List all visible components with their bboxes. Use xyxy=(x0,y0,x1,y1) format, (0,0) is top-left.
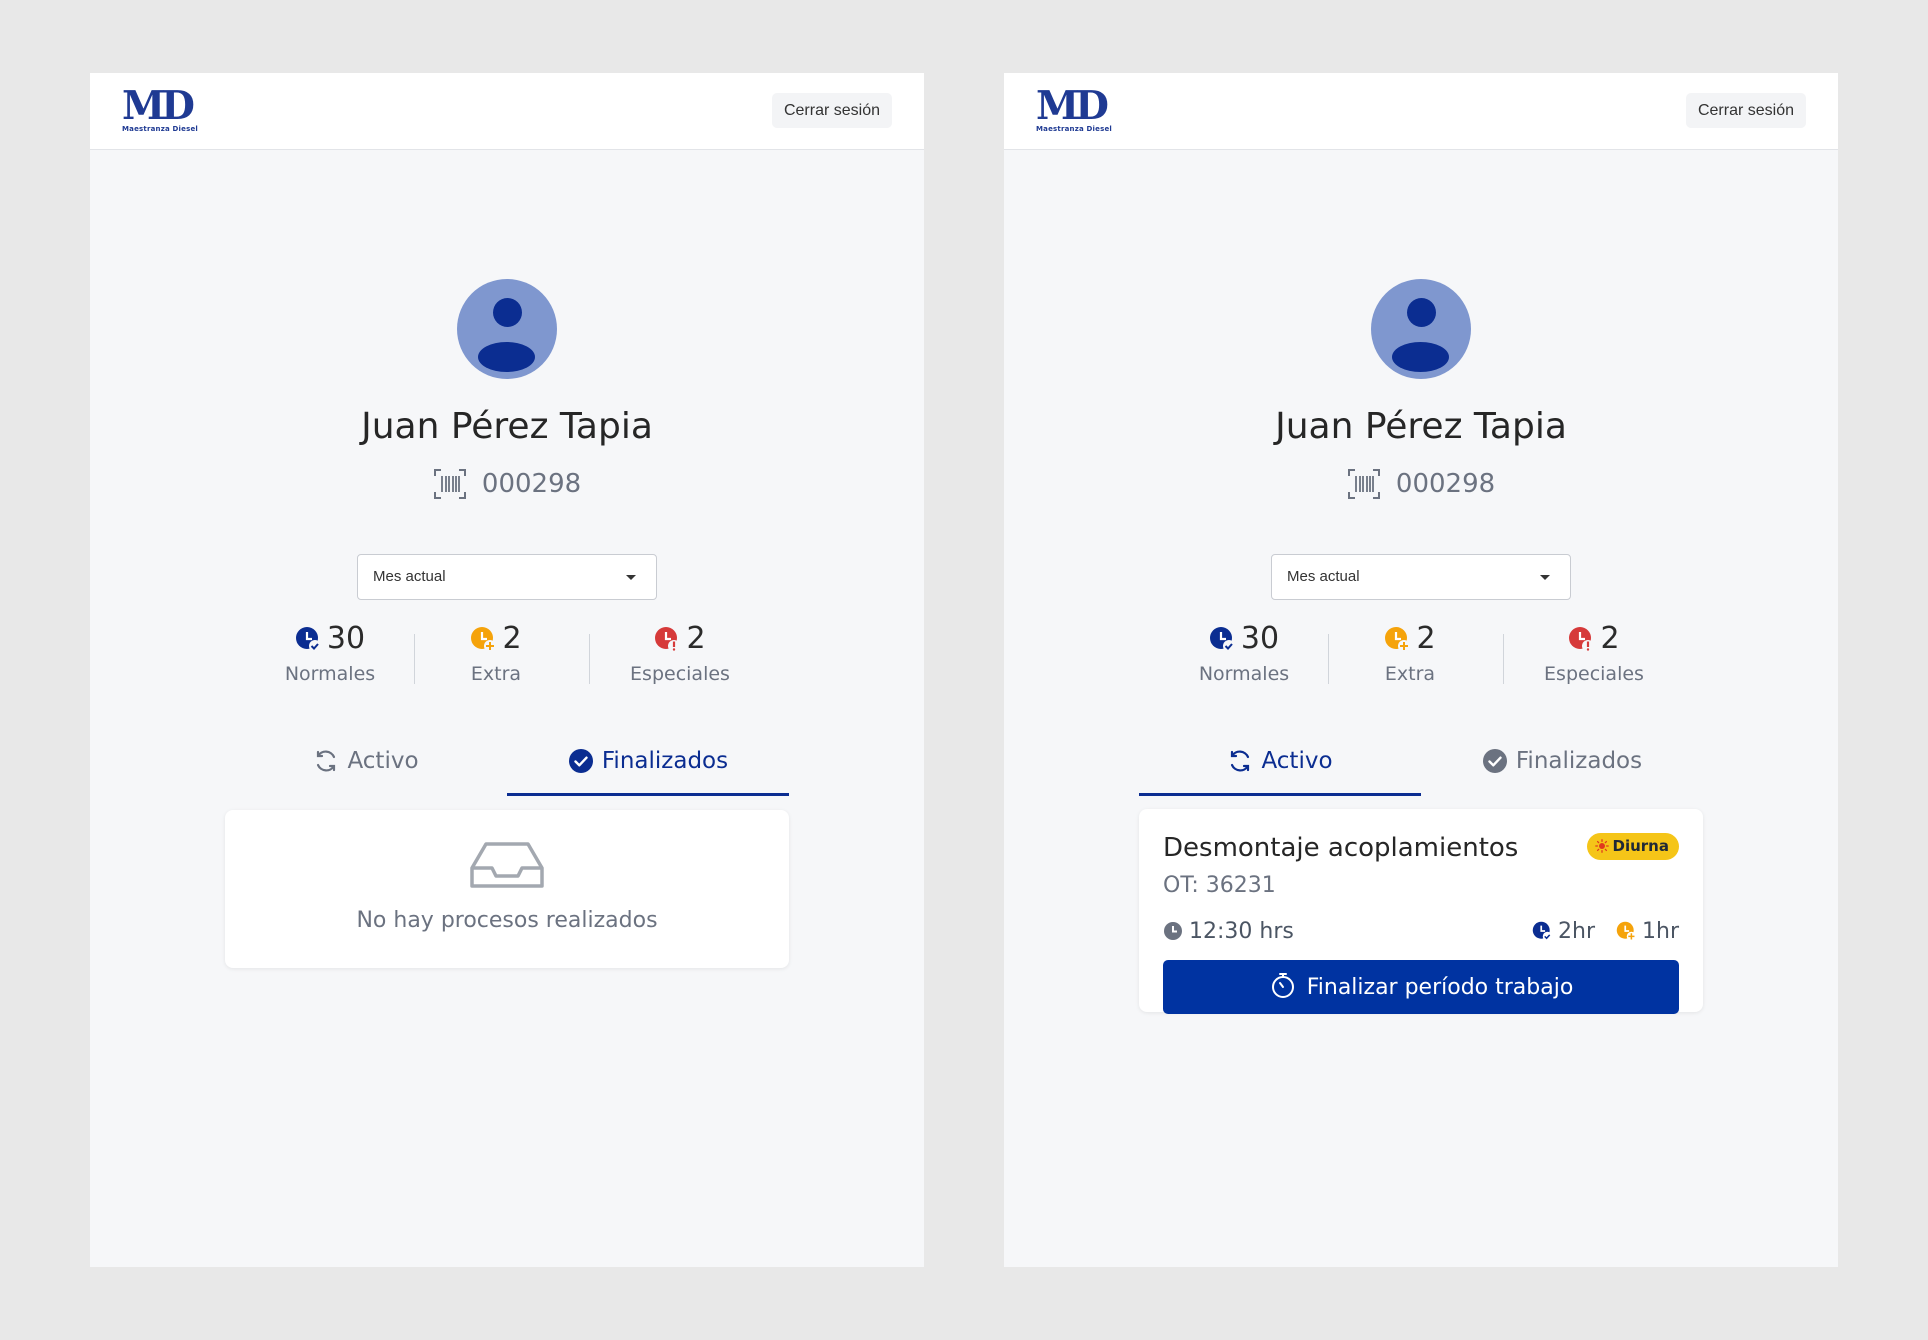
clock-check-icon xyxy=(1209,626,1235,652)
stat-especiales-label: Especiales xyxy=(630,663,730,685)
logo-subtitle: Maestranza Diesel xyxy=(1036,125,1113,133)
stat-divider xyxy=(589,634,590,684)
clock-alert-icon xyxy=(655,626,681,652)
top-bar: MD Maestranza Diesel Cerrar sesión xyxy=(1004,73,1838,150)
stat-normales: 30 Normales xyxy=(1194,621,1294,685)
stat-extra-value: 2 xyxy=(1416,621,1436,656)
empty-state-card: No hay procesos realizados xyxy=(225,810,789,968)
employee-name: Juan Pérez Tapia xyxy=(361,406,653,447)
stat-extra: 2 Extra xyxy=(1370,621,1450,685)
stat-divider xyxy=(1503,634,1504,684)
period-select-value: Mes actual xyxy=(1287,568,1360,585)
company-logo: MD Maestranza Diesel xyxy=(122,87,206,135)
stat-divider xyxy=(1328,634,1329,684)
process-title: Desmontaje acoplamientos xyxy=(1163,833,1519,863)
refresh-icon xyxy=(317,750,336,772)
process-extra-hours: 1hr xyxy=(1616,919,1679,944)
chevron-down-icon xyxy=(1540,575,1550,580)
period-select[interactable]: Mes actual xyxy=(357,554,657,600)
employee-code-row: 000298 xyxy=(90,467,924,503)
period-select[interactable]: Mes actual xyxy=(1271,554,1571,600)
stat-normales-label: Normales xyxy=(1198,663,1290,685)
process-normal-hours: 2hr xyxy=(1532,919,1595,944)
process-ot: OT: 36231 xyxy=(1163,873,1276,898)
chevron-down-icon xyxy=(626,575,636,580)
stat-extra-label: Extra xyxy=(1384,663,1436,685)
tab-finalizados-label: Finalizados xyxy=(601,748,729,774)
user-avatar-icon xyxy=(457,279,557,379)
clock-check-icon xyxy=(295,626,321,652)
logout-button[interactable]: Cerrar sesión xyxy=(1685,93,1806,128)
clock-plus-icon xyxy=(1385,626,1411,652)
screen-activo: MD Maestranza Diesel Cerrar sesión Juan … xyxy=(1004,73,1838,1267)
process-normal-hours-value: 2hr xyxy=(1558,919,1595,944)
clock-check-icon xyxy=(1532,921,1552,941)
tab-finalizados[interactable]: Finalizados xyxy=(1421,746,1703,796)
employee-name: Juan Pérez Tapia xyxy=(1275,406,1567,447)
stat-extra: 2 Extra xyxy=(456,621,536,685)
clock-icon xyxy=(1164,921,1182,940)
stat-especiales: 2 Especiales xyxy=(1539,621,1649,685)
top-bar: MD Maestranza Diesel Cerrar sesión xyxy=(90,73,924,150)
period-select-value: Mes actual xyxy=(373,568,446,585)
barcode-scan-icon xyxy=(433,469,466,499)
empty-state-message: No hay procesos realizados xyxy=(356,908,658,933)
stat-normales: 30 Normales xyxy=(280,621,380,685)
stopwatch-icon xyxy=(1271,973,1294,999)
shift-badge-label: Diurna xyxy=(1612,837,1669,855)
clock-alert-icon xyxy=(1569,626,1595,652)
logo-subtitle: Maestranza Diesel xyxy=(122,125,199,133)
process-hours: 2hr 1hr xyxy=(1518,919,1679,944)
stat-normales-label: Normales xyxy=(284,663,376,685)
shift-badge: Diurna xyxy=(1586,833,1679,860)
stat-normales-value: 30 xyxy=(1240,621,1280,656)
employee-code-row: 000298 xyxy=(1004,467,1838,503)
finish-work-period-button[interactable]: Finalizar período trabajo xyxy=(1163,960,1679,1014)
barcode-scan-icon xyxy=(1347,469,1380,499)
inbox-tray-icon xyxy=(470,842,544,888)
stat-normales-value: 30 xyxy=(326,621,366,656)
process-time-value: 12:30 hrs xyxy=(1189,919,1294,944)
company-logo: MD Maestranza Diesel xyxy=(1036,87,1120,135)
tab-finalizados[interactable]: Finalizados xyxy=(507,746,789,796)
stat-divider xyxy=(414,634,415,684)
stat-especiales-label: Especiales xyxy=(1544,663,1644,685)
tab-activo-label: Activo xyxy=(347,748,419,774)
employee-code: 000298 xyxy=(1395,469,1496,499)
stat-especiales-value: 2 xyxy=(686,621,706,656)
employee-code: 000298 xyxy=(481,469,582,499)
process-extra-hours-value: 1hr xyxy=(1642,919,1679,944)
tab-activo[interactable]: Activo xyxy=(1139,746,1421,796)
stat-extra-value: 2 xyxy=(502,621,522,656)
tab-activo[interactable]: Activo xyxy=(225,746,507,796)
process-start-time: 12:30 hrs xyxy=(1163,919,1294,944)
tab-finalizados-label: Finalizados xyxy=(1515,748,1643,774)
sun-icon xyxy=(1594,838,1609,853)
user-avatar-icon xyxy=(1371,279,1471,379)
logo-mark: MD xyxy=(122,83,195,129)
tab-activo-label: Activo xyxy=(1261,748,1333,774)
refresh-icon xyxy=(1231,750,1250,772)
check-circle-icon xyxy=(568,749,593,773)
stat-especiales: 2 Especiales xyxy=(625,621,735,685)
logo-mark: MD xyxy=(1036,83,1109,129)
clock-plus-icon xyxy=(471,626,497,652)
finish-work-period-label: Finalizar período trabajo xyxy=(1306,974,1574,1000)
screen-finalizados: MD Maestranza Diesel Cerrar sesión Juan … xyxy=(90,73,924,1267)
check-circle-icon xyxy=(1482,749,1507,773)
clock-plus-icon xyxy=(1616,921,1636,941)
logout-button[interactable]: Cerrar sesión xyxy=(771,93,892,128)
stat-extra-label: Extra xyxy=(470,663,522,685)
stat-especiales-value: 2 xyxy=(1600,621,1620,656)
process-card: Desmontaje acoplamientos Diurna OT: 3623… xyxy=(1139,809,1703,1014)
